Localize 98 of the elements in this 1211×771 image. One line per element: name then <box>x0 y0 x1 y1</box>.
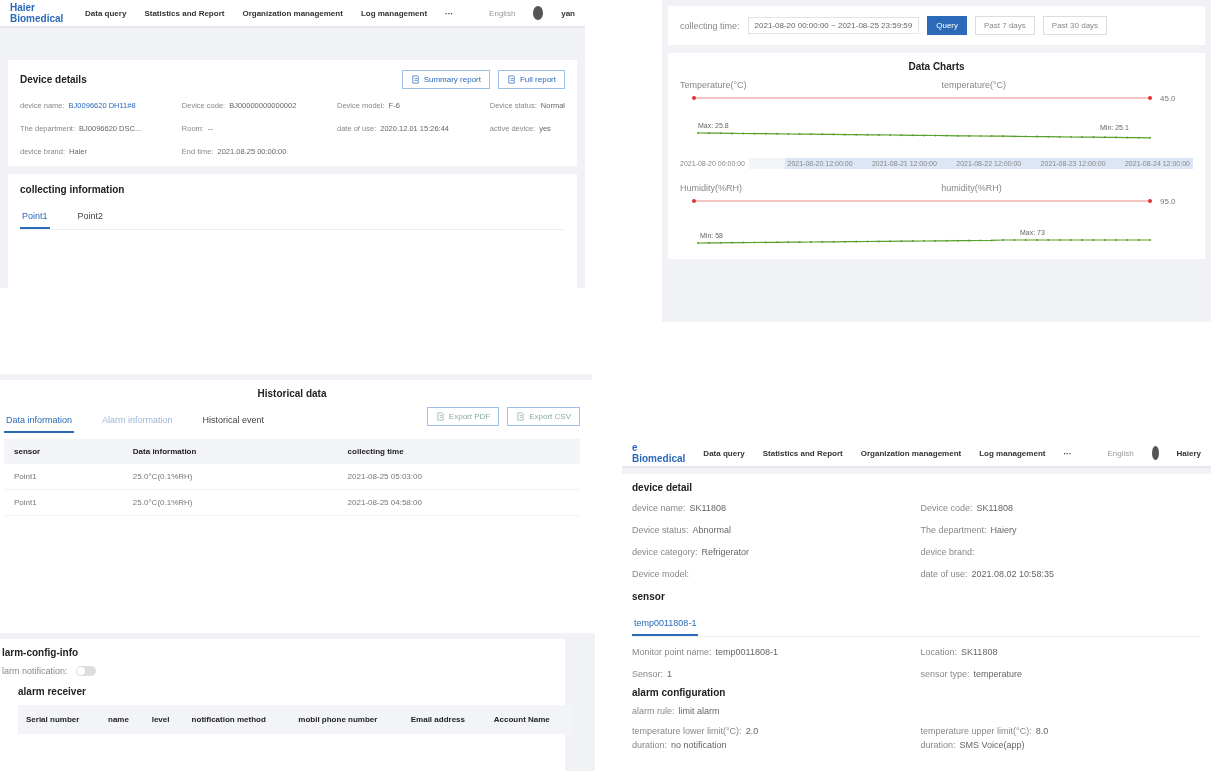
axis-title: Temperature(°C) <box>680 80 747 90</box>
card-title: Device details <box>20 74 87 85</box>
column-header: collecting time <box>337 439 580 464</box>
column-header: notification method <box>183 705 291 734</box>
user-name[interactable]: Haiery <box>1176 448 1201 458</box>
field-label: device name: <box>632 503 686 513</box>
subsection-title: alarm configuration <box>632 687 727 698</box>
field-label: The department: <box>920 525 987 535</box>
field-value: SK11808 <box>961 647 998 657</box>
brand-logo[interactable]: e Biomedical <box>632 442 686 464</box>
field-label: device category: <box>632 547 698 557</box>
document-icon <box>516 411 526 421</box>
axis-title: Humidity(%RH) <box>680 183 742 193</box>
column-header: name <box>100 705 144 734</box>
field-label: Device model: <box>632 569 690 579</box>
table-cell: Point1 <box>4 489 123 516</box>
card-title: device detail <box>632 482 694 493</box>
field-value: temp0011808-1 <box>715 647 778 657</box>
subsection-title: sensor <box>632 591 666 602</box>
report-button[interactable]: Summary report <box>401 70 490 89</box>
user-name[interactable]: yan <box>561 8 575 18</box>
section-title: Data Charts <box>907 61 966 72</box>
field-label: Device status: <box>632 525 689 535</box>
field-value: Abnormal <box>692 525 732 535</box>
language-label: English <box>1107 448 1134 458</box>
field-label: Location: <box>920 647 958 657</box>
field-value: 2021.08.02 10:58:35 <box>971 569 1055 579</box>
filter-label: collecting time: <box>680 20 740 31</box>
column-header: sensor <box>4 439 123 464</box>
toggle-switch[interactable] <box>75 666 96 676</box>
field-value: temperature <box>973 669 1023 679</box>
date-range-field[interactable]: 2021-08-20 00:00:00 ~ 2021-08-25 23:59:59 <box>747 17 920 34</box>
field-value: Haiery <box>990 525 1017 535</box>
avatar <box>533 6 544 20</box>
language-label: English <box>489 8 516 18</box>
legend-label: temperature(°C) <box>941 80 1007 90</box>
card-title: collecting information <box>20 184 126 195</box>
subsection-title: alarm receiver <box>18 686 87 697</box>
brand-logo[interactable]: Haier Biomedical <box>10 2 68 24</box>
field-label: Device code: <box>920 503 973 513</box>
field-value: limit alarm <box>678 706 720 716</box>
field-value: no notification <box>671 740 727 750</box>
nav-link[interactable]: Data query <box>85 8 127 18</box>
nav-link[interactable]: Log management <box>979 448 1046 458</box>
nav-link[interactable]: Organization management <box>860 448 962 458</box>
tab[interactable]: Data information <box>4 409 75 433</box>
field-value: SK11808 <box>976 503 1013 513</box>
filter-button[interactable]: Query <box>927 16 967 35</box>
field-value: SK11808 <box>689 503 726 513</box>
tab[interactable]: Historical event <box>200 409 267 433</box>
table-cell: 25.0°C(0.1%RH) <box>122 489 338 516</box>
field-label: duration: <box>920 740 956 750</box>
avatar <box>1151 446 1159 460</box>
section-title: larm-config-info <box>2 647 80 658</box>
field-value: 1 <box>667 669 673 679</box>
table-cell: 2021-08-25 04:58:00 <box>337 489 580 516</box>
column-header: Data information <box>122 439 338 464</box>
nav-link[interactable]: Organization management <box>242 8 343 18</box>
nav-link[interactable]: ··· <box>445 8 454 18</box>
nav-link[interactable]: Data query <box>703 448 745 458</box>
nav-link[interactable]: Statistics and Report <box>762 448 843 458</box>
column-header: Email address <box>402 705 486 734</box>
report-button[interactable]: Full report <box>498 70 565 89</box>
field-value: 2.0 <box>745 726 759 736</box>
field-label: date of use: <box>920 569 968 579</box>
field-label: duration: <box>632 740 668 750</box>
field-value: 8.0 <box>1035 726 1049 736</box>
tab[interactable]: Point1 <box>20 205 50 229</box>
field-value: Refrigerator <box>701 547 750 557</box>
tab[interactable]: Point2 <box>75 205 106 229</box>
table-cell: 2021-08-25 05:03:00 <box>337 464 580 490</box>
section-title: Historical data <box>256 388 328 399</box>
field-label: device brand: <box>920 547 975 557</box>
document-icon <box>410 75 420 84</box>
column-header: Serial number <box>18 705 100 734</box>
document-icon <box>435 411 445 421</box>
legend-label: humidity(%RH) <box>941 183 1002 193</box>
field-label: temperature upper limit(°C): <box>920 726 1032 736</box>
filter-button[interactable]: Past 7 days <box>975 16 1035 35</box>
field-label: Sensor: <box>632 669 664 679</box>
switch-label: larm notification: <box>2 666 68 676</box>
field-value: SMS Voice(app) <box>959 740 1025 750</box>
limit-value: 95.0 <box>1160 197 1176 206</box>
filter-button[interactable]: Past 30 days <box>1042 16 1108 35</box>
tab[interactable]: temp0011808-1 <box>632 612 699 636</box>
column-header: mobil phone number <box>290 705 403 734</box>
document-icon <box>507 75 516 84</box>
table-cell: 25.0°C(0.1%RH) <box>122 464 338 490</box>
table-cell: Point1 <box>4 464 123 490</box>
field-label: Monitor point name: <box>632 647 712 657</box>
column-header: level <box>143 705 184 734</box>
field-label: temperature lower limit(°C): <box>632 726 742 736</box>
nav-link[interactable]: Statistics and Report <box>144 8 225 18</box>
nav-link[interactable]: ··· <box>1063 448 1072 458</box>
field-label: sensor type: <box>920 669 970 679</box>
field-label: alarm rule: <box>632 706 675 716</box>
limit-value: 45.0 <box>1160 94 1176 103</box>
nav-link[interactable]: Log management <box>360 8 428 18</box>
